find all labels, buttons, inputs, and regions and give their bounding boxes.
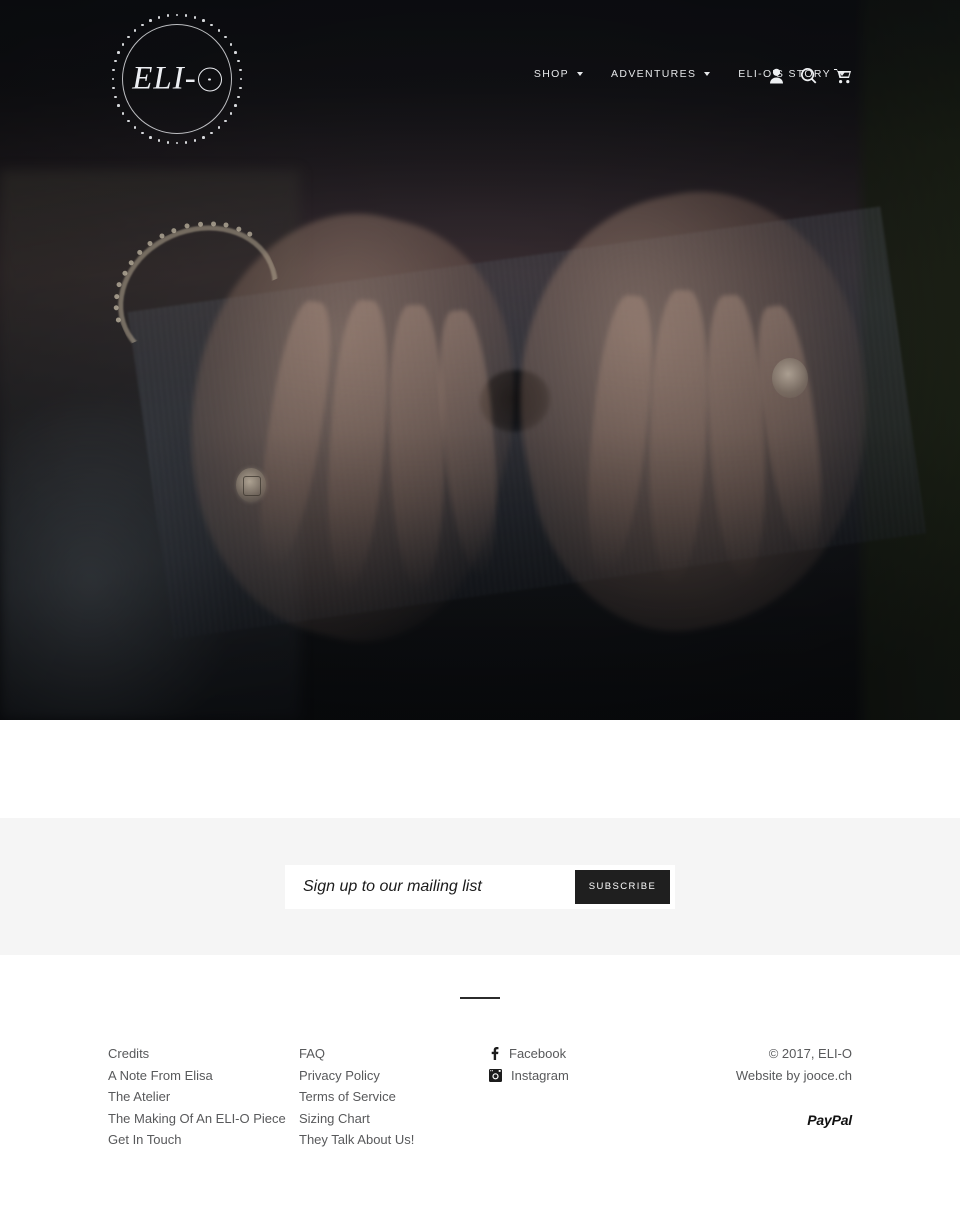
nav-item-label: ADVENTURES: [611, 68, 697, 80]
footer-link-faq[interactable]: FAQ: [299, 1043, 489, 1065]
footer-social-label: Facebook: [509, 1046, 567, 1061]
footer-link-privacy-policy[interactable]: Privacy Policy: [299, 1065, 489, 1087]
footer-link-they-talk-about-us[interactable]: They Talk About Us!: [299, 1129, 489, 1151]
account-icon[interactable]: [769, 68, 784, 84]
nav-item-adventures[interactable]: ADVENTURES: [611, 68, 711, 80]
search-icon[interactable]: [801, 68, 817, 84]
instagram-icon: [489, 1068, 502, 1082]
footer-column-help: FAQ Privacy Policy Terms of Service Sizi…: [299, 1043, 489, 1151]
logo-wordmark-text: ELI-: [132, 60, 197, 97]
footer-link-terms-of-service[interactable]: Terms of Service: [299, 1086, 489, 1108]
newsletter-email-input[interactable]: [285, 864, 575, 909]
newsletter-form: SUBSCRIBE: [285, 864, 675, 909]
footer-link-note-from-elisa[interactable]: A Note From Elisa: [108, 1065, 299, 1087]
content-spacer: [0, 720, 960, 818]
paypal-logo: PayPal: [807, 1112, 852, 1128]
footer-copyright: © 2017, ELI-O: [768, 1046, 852, 1061]
footer-link-making-of-piece[interactable]: The Making Of An ELI-O Piece: [108, 1108, 299, 1130]
site-header: ELI- SHOP ADVENTURES ELI-O'S STORY: [0, 0, 960, 170]
footer-link-facebook[interactable]: Facebook: [489, 1043, 679, 1065]
cart-icon[interactable]: [834, 68, 852, 84]
footer-link-the-atelier[interactable]: The Atelier: [108, 1086, 299, 1108]
header-icon-group: [769, 68, 852, 84]
footer-columns: Credits A Note From Elisa The Atelier Th…: [0, 999, 960, 1151]
footer-link-sizing-chart[interactable]: Sizing Chart: [299, 1108, 489, 1130]
hero-banner: ELI- SHOP ADVENTURES ELI-O'S STORY: [0, 0, 960, 720]
footer-column-legal: © 2017, ELI-O Website by jooce.ch PayPal: [679, 1043, 852, 1151]
footer-link-credits[interactable]: Credits: [108, 1043, 299, 1065]
newsletter-section: SUBSCRIBE: [0, 818, 960, 955]
footer-column-social: Facebook Instagram: [489, 1043, 679, 1151]
nav-item-label: SHOP: [533, 68, 570, 80]
nav-item-shop[interactable]: SHOP: [533, 68, 584, 80]
footer-social-label: Instagram: [511, 1067, 569, 1083]
footer-column-about: Credits A Note From Elisa The Atelier Th…: [108, 1043, 299, 1151]
logo-o-mark: [197, 67, 222, 92]
footer-website-credit[interactable]: Website by jooce.ch: [679, 1065, 852, 1087]
logo-wordmark: ELI-: [108, 61, 246, 98]
footer-link-get-in-touch[interactable]: Get In Touch: [108, 1129, 299, 1151]
site-logo[interactable]: ELI-: [108, 10, 246, 148]
newsletter-subscribe-button[interactable]: SUBSCRIBE: [575, 869, 670, 904]
facebook-icon: [489, 1047, 500, 1061]
chevron-down-icon[interactable]: [577, 72, 584, 76]
footer-link-instagram[interactable]: Instagram: [489, 1065, 679, 1087]
site-footer: Credits A Note From Elisa The Atelier Th…: [0, 997, 960, 1151]
chevron-down-icon[interactable]: [704, 72, 711, 76]
